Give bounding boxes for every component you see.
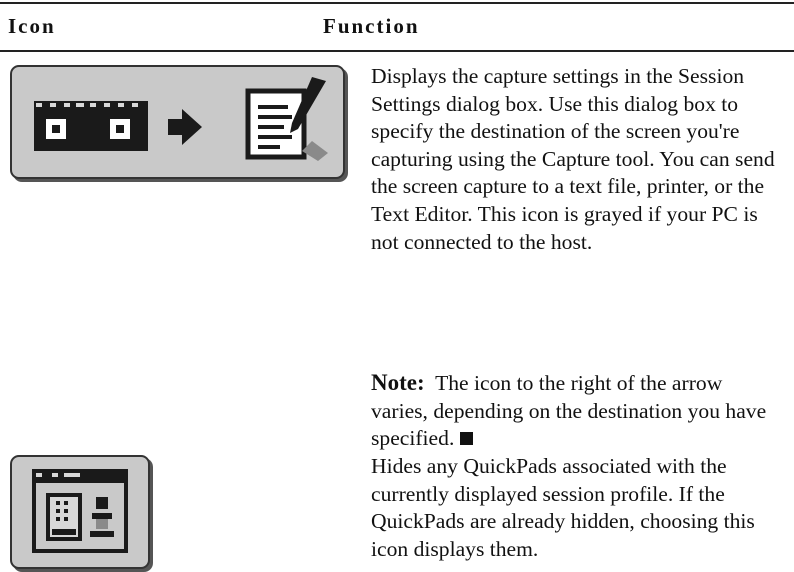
page: { "table": { "header": { "icon_col": "Ic… (0, 0, 794, 572)
quickpads-toggle-icon (32, 469, 128, 553)
top-rule (0, 2, 794, 4)
note-text: The icon to the right of the arrow varie… (371, 371, 767, 451)
quickpads-toggle-button[interactable] (10, 455, 150, 569)
quickpads-toggle-description: Hides any QuickPads associated with the … (371, 454, 755, 561)
capture-tape-icon (34, 101, 148, 151)
arrow-right-icon (168, 109, 202, 145)
capture-settings-button[interactable] (10, 65, 345, 179)
column-header-function: Function (323, 14, 420, 38)
note-label: Note: (371, 370, 425, 395)
capture-settings-note: Note: The icon to the right of the arrow… (371, 369, 781, 453)
text-editor-icon (245, 77, 328, 161)
capture-settings-icon (34, 77, 328, 161)
capture-settings-description: Displays the capture settings in the Ses… (371, 64, 775, 254)
end-of-section-mark (459, 432, 473, 446)
header-rule (0, 50, 794, 52)
column-header-icon: Icon (8, 14, 56, 38)
